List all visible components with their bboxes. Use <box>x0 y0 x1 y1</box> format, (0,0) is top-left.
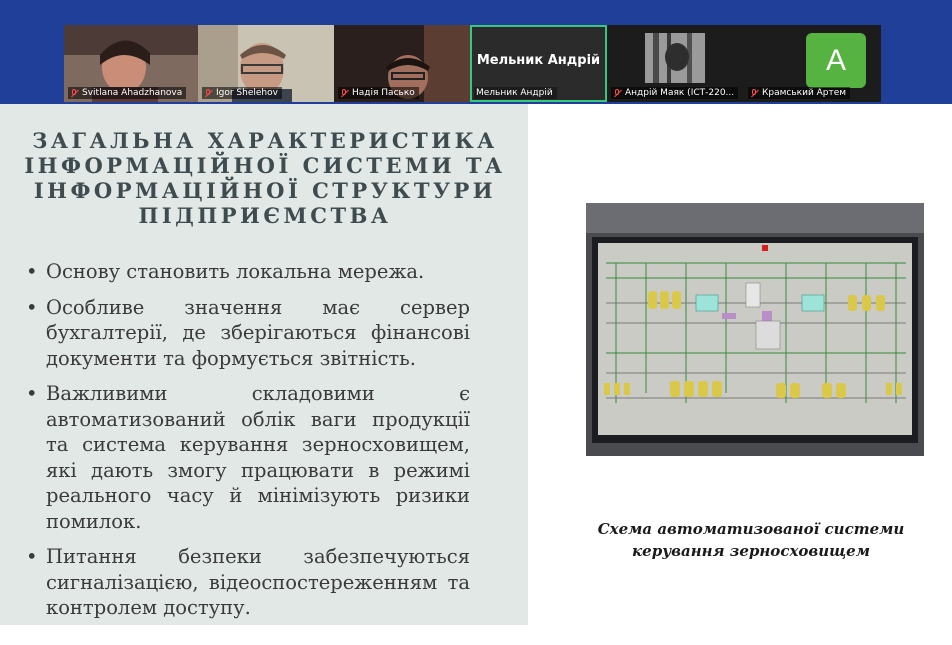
avatar: A <box>806 33 866 88</box>
participant-video-strip: Svitlana Ahadzhanova Igor Shelehov Надія… <box>64 25 881 102</box>
participant-name: Андрій Маяк (ІСТ-220... <box>625 88 735 98</box>
participant-label: Svitlana Ahadzhanova <box>68 87 187 99</box>
mic-muted-icon <box>204 88 213 98</box>
image-caption: Схема автоматизованої системи керування … <box>597 520 905 560</box>
bullet-list: • Основу становить локальна мережа. • Особ… <box>24 259 470 631</box>
participant-label: Крамський Артем <box>748 87 851 99</box>
participant-name: Крамський Артем <box>762 88 847 98</box>
participant-label: Igor Shelehov <box>202 87 282 99</box>
participant-name: Мельник Андрій <box>476 88 553 98</box>
mic-muted-icon <box>613 88 622 98</box>
list-item: • Важливими складовими є автоматизований … <box>26 382 470 533</box>
list-item: • Питання безпеки забезпечуються сигналіз… <box>26 545 470 619</box>
slide-title: ЗАГАЛЬНА ХАРАКТЕРИСТИКА ІНФОРМАЦІЙНОЇ СИ… <box>24 128 506 228</box>
participant-tile[interactable]: Igor Shelehov <box>198 25 334 102</box>
bullet-icon: • <box>26 295 38 319</box>
participant-tile[interactable]: Надія Пасько <box>334 25 470 102</box>
participant-tile[interactable]: Svitlana Ahadzhanova <box>64 25 198 102</box>
participant-tile[interactable]: Андрій Маяк (ІСТ-220... <box>607 25 744 102</box>
participant-tile[interactable]: A Крамський Артем <box>744 25 881 102</box>
participant-label: Андрій Маяк (ІСТ-220... <box>611 87 739 99</box>
participant-name: Igor Shelehov <box>216 88 278 98</box>
bullet-icon: • <box>26 260 38 283</box>
mic-muted-icon <box>750 88 759 98</box>
active-speaker-display-name: Мельник Андрій <box>476 53 601 68</box>
participant-name: Надія Пасько <box>352 88 415 98</box>
bullet-icon: • <box>26 382 38 405</box>
mic-muted-icon <box>340 88 349 98</box>
bullet-icon: • <box>26 545 38 568</box>
active-speaker-tile[interactable]: Мельник Андрій Мельник Андрій <box>470 25 607 102</box>
mic-muted-icon <box>70 88 79 98</box>
scada-monitor-photo <box>586 203 924 456</box>
participant-name: Svitlana Ahadzhanova <box>82 88 183 98</box>
list-item: • Основу становить локальна мережа. <box>26 260 425 283</box>
list-item: • Особливе значення має сервер бухгалтері… <box>26 295 470 370</box>
participant-label: Мельник Андрій <box>474 87 557 99</box>
participant-label: Надія Пасько <box>338 87 419 99</box>
